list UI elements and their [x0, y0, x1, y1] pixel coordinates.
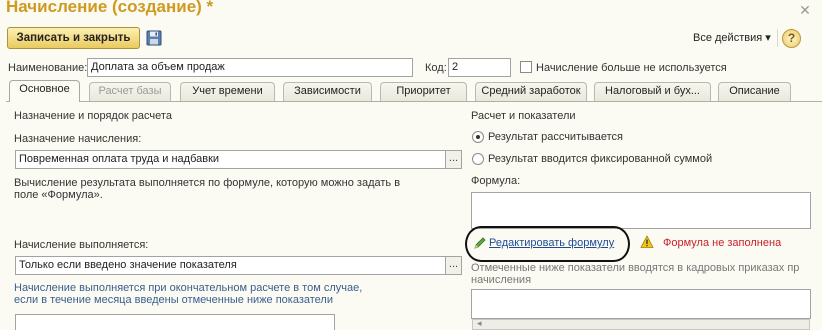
indicators-list-left[interactable] — [15, 314, 335, 330]
indicators-note-line2: начисления — [471, 274, 532, 286]
not-used-checkbox[interactable] — [520, 61, 532, 73]
formula-textarea[interactable] — [471, 192, 811, 229]
performed-note-line2: если в течение месяца введены отмеченные… — [14, 294, 333, 306]
chevron-down-icon: ▾ — [765, 32, 771, 44]
not-used-label: Начисление больше не используется — [536, 62, 727, 74]
code-label: Код: — [425, 62, 447, 74]
left-section-title: Назначение и порядок расчета — [14, 110, 172, 122]
purpose-select-button[interactable]: ... — [445, 150, 462, 169]
indicators-note-line1: Отмеченные ниже показатели вводятся в ка… — [471, 262, 800, 274]
tab-main[interactable]: Основное — [9, 80, 80, 102]
tab-time-accounting[interactable]: Учет времени — [180, 82, 275, 101]
radio-result-calculated-label: Результат рассчитывается — [488, 131, 623, 143]
tab-dependencies[interactable]: Зависимости — [283, 82, 372, 101]
formula-warning-text: Формула не заполнена — [663, 237, 782, 249]
performed-note-line1: Начисление выполняется при окончательном… — [14, 282, 363, 294]
tab-base-calculation[interactable]: Расчет базы — [89, 82, 171, 101]
floppy-disk-icon[interactable] — [146, 30, 162, 46]
purpose-input[interactable]: Повременная оплата труда и надбавки — [15, 150, 446, 169]
tab-tax-accounting[interactable]: Налоговый и бух... — [594, 82, 711, 101]
code-input[interactable]: 2 — [448, 58, 511, 77]
page-title: Начисление (создание) * — [6, 0, 214, 16]
tabs-divider — [6, 101, 822, 102]
formula-label: Формула: — [471, 175, 521, 187]
close-icon[interactable]: ✕ — [797, 2, 813, 18]
help-icon[interactable]: ? — [782, 29, 801, 48]
purpose-label: Назначение начисления: — [14, 133, 142, 145]
radio-result-fixed-label: Результат вводится фиксированной суммой — [488, 153, 713, 165]
calc-note-line2: поле «Формула». — [14, 189, 103, 201]
radio-result-fixed[interactable] — [472, 153, 484, 165]
horizontal-scrollbar[interactable]: ◂ — [472, 318, 810, 330]
indicators-list-right[interactable] — [471, 289, 811, 319]
name-label: Наименование: — [8, 62, 88, 74]
performed-label: Начисление выполняется: — [14, 239, 149, 251]
performed-input[interactable]: Только если введено значение показателя — [15, 256, 446, 275]
performed-select-button[interactable]: ... — [445, 256, 462, 275]
scroll-left-icon[interactable]: ◂ — [477, 318, 482, 329]
all-actions-label: Все действия — [693, 32, 763, 44]
warning-triangle-icon — [640, 235, 654, 248]
save-and-close-button[interactable]: Записать и закрыть — [7, 27, 140, 49]
all-actions-menu[interactable]: Все действия ▾ — [693, 31, 771, 44]
tab-average-earnings[interactable]: Средний заработок — [475, 82, 587, 101]
right-section-title: Расчет и показатели — [471, 110, 576, 122]
edit-formula-link[interactable]: Редактировать формулу — [489, 237, 614, 249]
radio-result-calculated[interactable] — [472, 131, 484, 143]
tab-priority[interactable]: Приоритет — [380, 82, 467, 101]
toolbar-divider — [777, 29, 778, 47]
pencil-icon — [474, 237, 486, 249]
name-input[interactable]: Доплата за объем продаж — [87, 58, 413, 77]
tab-description[interactable]: Описание — [718, 82, 791, 101]
window-title-bar: Начисление (создание) * ✕ — [0, 0, 822, 22]
calc-note-line1: Вычисление результата выполняется по фор… — [14, 177, 401, 189]
